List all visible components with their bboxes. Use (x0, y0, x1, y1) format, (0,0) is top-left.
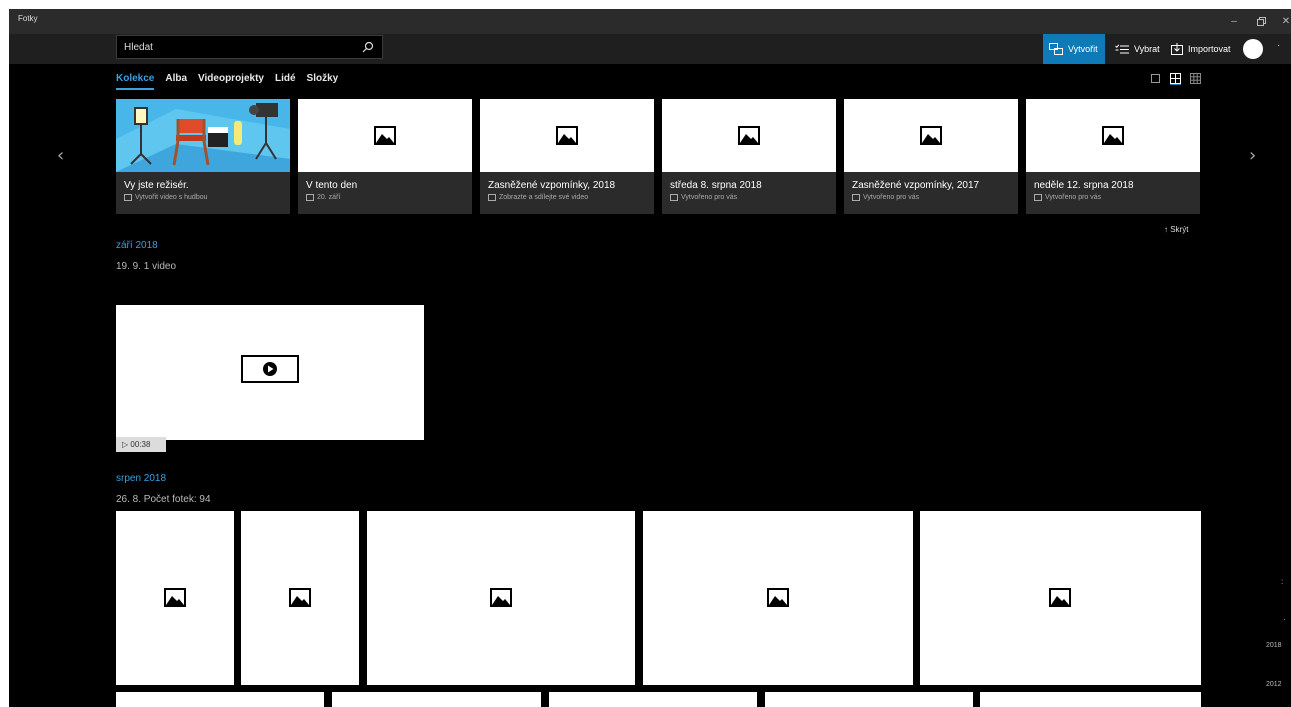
collection-card[interactable]: V tento den 20. září (298, 99, 472, 214)
video-thumbnail[interactable] (116, 305, 424, 440)
image-placeholder-icon (920, 126, 942, 145)
import-label: Importovat (1188, 44, 1231, 54)
tab-albums[interactable]: Alba (165, 73, 187, 90)
search-input[interactable]: Hledat (116, 35, 383, 59)
card-title: středa 8. srpna 2018 (670, 180, 762, 191)
card-title: neděle 12. srpna 2018 (1034, 180, 1134, 191)
card-subtitle: 20. září (317, 194, 341, 201)
photo-thumbnail[interactable] (765, 692, 973, 707)
image-placeholder-icon (767, 588, 789, 607)
image-placeholder-icon (738, 126, 760, 145)
image-placeholder-icon (1049, 588, 1071, 607)
video-placeholder-icon (241, 355, 299, 383)
album-icon (1034, 194, 1042, 201)
account-avatar[interactable] (1243, 39, 1263, 59)
photo-thumbnail[interactable] (549, 692, 757, 707)
minimize-button[interactable]: – (1223, 9, 1245, 34)
timeline-year[interactable]: 2012 (1266, 681, 1282, 688)
photo-thumbnail[interactable] (241, 511, 359, 685)
select-button[interactable]: Vybrat (1109, 34, 1166, 64)
app-title: Fotky (18, 14, 38, 23)
medium-view-icon[interactable] (1170, 73, 1182, 85)
card-title: Zasněžené vzpomínky, 2018 (488, 180, 616, 191)
image-placeholder-icon (374, 126, 396, 145)
collection-card[interactable]: neděle 12. srpna 2018 Vytvořeno pro vás (1026, 99, 1200, 214)
card-title: Zasněžené vzpomínky, 2017 (852, 180, 980, 191)
tab-people[interactable]: Lidé (275, 73, 296, 90)
card-subtitle: Vytvořeno pro vás (1045, 194, 1102, 201)
card-title: V tento den (306, 180, 358, 191)
video-duration-badge: ▷ 00:38 (116, 437, 166, 452)
view-size-switcher (1150, 73, 1202, 85)
image-placeholder-icon (1102, 126, 1124, 145)
carousel-next-icon[interactable]: › (1249, 145, 1256, 166)
collection-card[interactable]: Vy jste režisér. Vytvořit video s hudbou (116, 99, 290, 214)
section-tabs: Kolekce Alba Videoprojekty Lidé Složky (116, 73, 338, 90)
video-icon (488, 194, 496, 201)
card-subtitle: Vytvořit video s hudbou (135, 194, 208, 201)
photo-thumbnail[interactable] (367, 511, 635, 685)
card-caption: Vy jste režisér. Vytvořit video s hudbou (116, 172, 290, 214)
photo-thumbnail[interactable] (920, 511, 1201, 685)
collection-card[interactable]: Zasněžené vzpomínky, 2017 Vytvořeno pro … (844, 99, 1018, 214)
section-date-heading[interactable]: 19. 9. 1 video (116, 261, 176, 272)
card-subtitle: Vytvořeno pro vás (681, 194, 738, 201)
photos-app-window: Fotky – ✕ Hledat Vytvořit Vybrat Importo… (9, 9, 1291, 707)
section-month-heading[interactable]: srpen 2018 (116, 473, 166, 484)
more-options-icon[interactable]: · (1277, 40, 1280, 51)
carousel-prev-icon[interactable]: ‹ (57, 145, 64, 166)
album-icon (670, 194, 678, 201)
photo-thumbnail[interactable] (643, 511, 913, 685)
image-placeholder-icon (556, 126, 578, 145)
timeline-marker[interactable]: · (1283, 615, 1286, 624)
restore-icon (1256, 17, 1266, 26)
timeline-marker[interactable]: : (1281, 577, 1283, 586)
select-icon (1115, 43, 1129, 53)
tab-folders[interactable]: Složky (307, 73, 339, 90)
search-placeholder: Hledat (124, 42, 153, 53)
import-icon (1171, 43, 1183, 55)
section-month-heading[interactable]: září 2018 (116, 240, 158, 251)
select-label: Vybrat (1134, 44, 1160, 54)
card-caption: V tento den 20. září (298, 172, 472, 214)
timeline-year[interactable]: 2018 (1266, 642, 1282, 649)
tab-collection[interactable]: Kolekce (116, 73, 155, 90)
photo-thumbnail[interactable] (116, 511, 234, 685)
video-icon (124, 194, 132, 201)
calendar-icon (306, 194, 314, 201)
image-placeholder-icon (164, 588, 186, 607)
small-view-icon[interactable] (1190, 73, 1202, 85)
collection-card[interactable]: Zasněžené vzpomínky, 2018 Zobrazte a sdí… (480, 99, 654, 214)
create-button[interactable]: Vytvořit (1043, 34, 1105, 64)
image-placeholder-icon (289, 588, 311, 607)
title-bar: Fotky – ✕ (9, 9, 1291, 34)
card-caption: neděle 12. srpna 2018 Vytvořeno pro vás (1026, 172, 1200, 214)
video-icon (852, 194, 860, 201)
section-date-heading[interactable]: 26. 8. Počet fotek: 94 (116, 494, 211, 505)
card-subtitle: Vytvořeno pro vás (863, 194, 920, 201)
image-placeholder-icon (490, 588, 512, 607)
search-icon[interactable] (362, 41, 374, 53)
tab-video-projects[interactable]: Videoprojekty (198, 73, 264, 90)
director-illustration (116, 99, 290, 172)
create-label: Vytvořit (1068, 44, 1098, 54)
close-button[interactable]: ✕ (1275, 9, 1291, 34)
card-title: Vy jste režisér. (124, 180, 189, 191)
card-caption: Zasněžené vzpomínky, 2017 Vytvořeno pro … (844, 172, 1018, 214)
hide-collections-button[interactable]: ↑ Skrýt (1164, 225, 1188, 234)
photo-thumbnail[interactable] (980, 692, 1201, 707)
card-caption: středa 8. srpna 2018 Vytvořeno pro vás (662, 172, 836, 214)
photo-thumbnail[interactable] (116, 692, 324, 707)
card-subtitle: Zobrazte a sdílejte své video (499, 194, 589, 201)
large-view-icon[interactable] (1150, 73, 1162, 85)
card-caption: Zasněžené vzpomínky, 2018 Zobrazte a sdí… (480, 172, 654, 214)
photo-thumbnail[interactable] (332, 692, 541, 707)
create-icon (1049, 43, 1063, 55)
command-bar: Hledat Vytvořit Vybrat Importovat · (9, 34, 1291, 64)
collection-card[interactable]: středa 8. srpna 2018 Vytvořeno pro vás (662, 99, 836, 214)
import-button[interactable]: Importovat (1165, 34, 1237, 64)
restore-button[interactable] (1250, 9, 1272, 34)
